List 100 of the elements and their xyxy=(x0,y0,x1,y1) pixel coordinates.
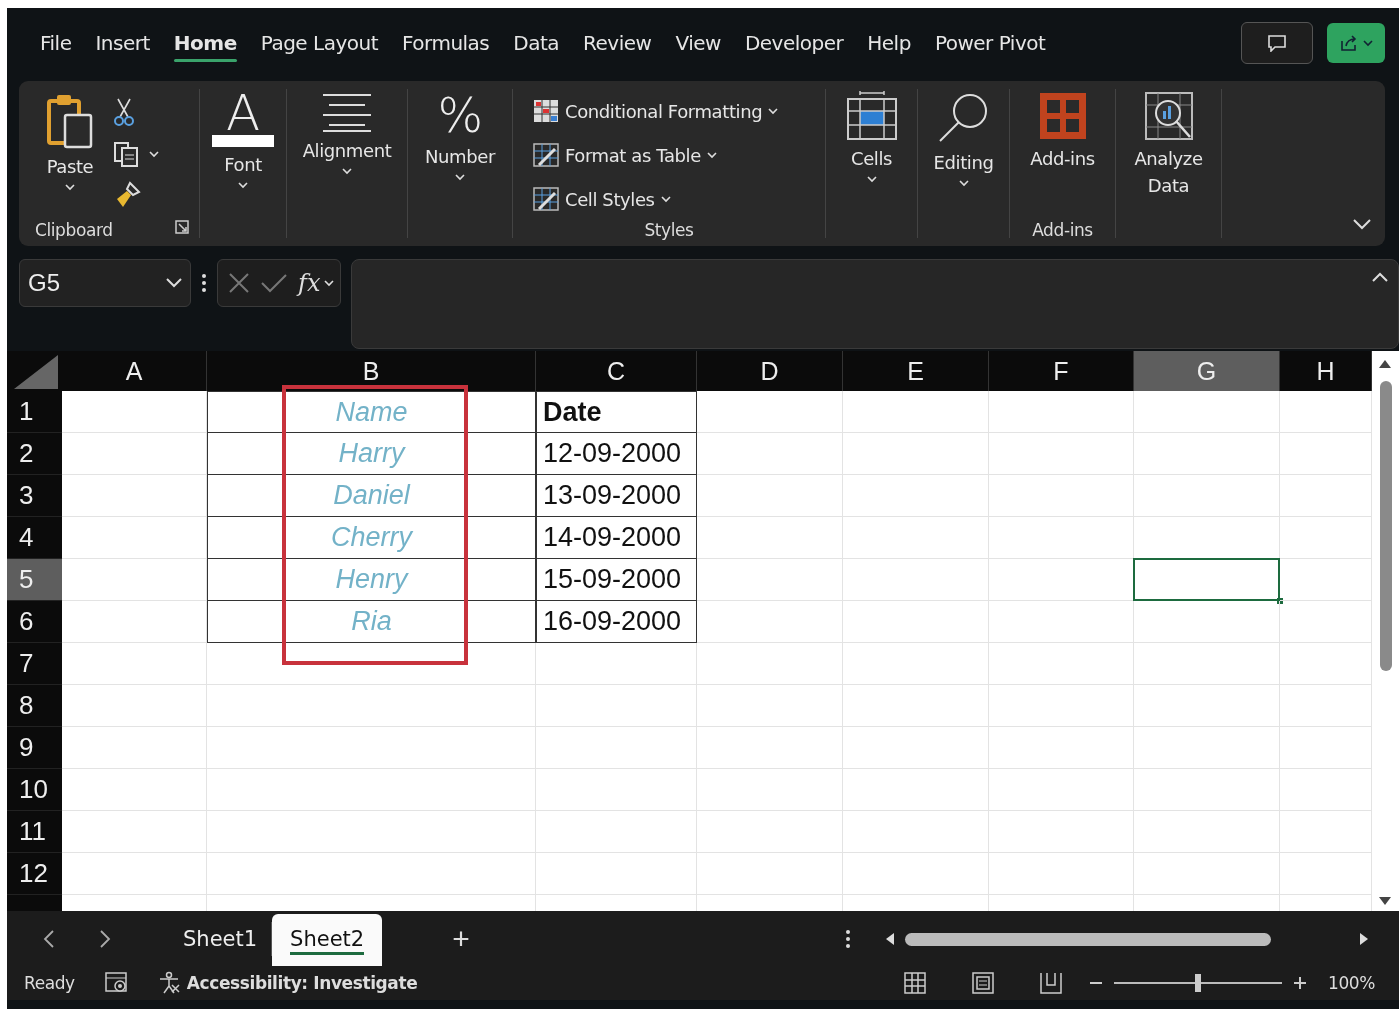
column-header[interactable]: F xyxy=(989,351,1134,391)
more-options-icon[interactable] xyxy=(845,929,851,949)
row-header[interactable]: 10 xyxy=(7,769,62,811)
chevron-down-icon xyxy=(866,176,877,183)
column-header[interactable]: B xyxy=(207,351,536,391)
number-button[interactable]: % Number xyxy=(421,89,499,183)
name-box[interactable]: G5 xyxy=(19,259,191,307)
row-header[interactable]: 1 xyxy=(7,391,62,433)
format-table-icon xyxy=(533,143,559,167)
insert-function-button[interactable]: fx xyxy=(298,269,335,297)
ribbon-tab[interactable]: Data xyxy=(502,27,571,59)
more-options-icon[interactable] xyxy=(201,273,207,293)
styles-menu-button[interactable]: Conditional Formatting xyxy=(533,89,815,133)
chevron-down-icon xyxy=(1363,39,1373,47)
comments-button[interactable] xyxy=(1241,22,1313,64)
select-all-icon[interactable] xyxy=(14,355,58,389)
table-cell: 12-09-2000 xyxy=(536,433,697,475)
formula-input[interactable] xyxy=(351,259,1399,349)
normal-view-icon[interactable] xyxy=(904,972,926,994)
analyze-button[interactable]: Analyze Data xyxy=(1124,89,1213,201)
copy-icon[interactable] xyxy=(113,141,139,167)
zoom-level[interactable]: 100% xyxy=(1328,973,1375,993)
ribbon-tab[interactable]: Developer xyxy=(733,27,855,59)
share-icon xyxy=(1339,33,1359,53)
table-cell: Cherry xyxy=(207,517,536,559)
zoom-slider-thumb[interactable] xyxy=(1195,974,1201,992)
row-header[interactable]: 11 xyxy=(7,811,62,853)
column-header[interactable]: G xyxy=(1134,351,1280,391)
addins-button[interactable]: Add-ins xyxy=(1026,89,1099,174)
ribbon-tab[interactable]: Formulas xyxy=(391,27,501,59)
table-cell[interactable] xyxy=(1134,559,1280,601)
analyze-chart-icon xyxy=(1143,91,1194,141)
chevron-down-icon xyxy=(768,107,779,115)
row-header[interactable]: 3 xyxy=(7,475,62,517)
column-header[interactable]: E xyxy=(843,351,989,391)
font-button[interactable]: A Font xyxy=(208,89,278,191)
ribbon-tab[interactable]: Insert xyxy=(84,27,161,59)
collapse-ribbon-icon[interactable] xyxy=(1353,219,1371,230)
page-break-icon[interactable] xyxy=(1040,972,1062,994)
ribbon-tab[interactable]: Review xyxy=(572,27,663,59)
ribbon-tab[interactable]: View xyxy=(664,27,732,59)
chevron-down-icon xyxy=(706,151,717,159)
row-header[interactable]: 7 xyxy=(7,643,62,685)
next-sheet-icon[interactable] xyxy=(99,928,111,949)
column-header[interactable]: H xyxy=(1280,351,1372,391)
zoom-in-icon[interactable] xyxy=(1294,977,1306,989)
column-header[interactable]: D xyxy=(697,351,843,391)
share-button[interactable] xyxy=(1327,23,1385,63)
row-header[interactable]: 8 xyxy=(7,685,62,727)
table-cells-icon xyxy=(845,91,898,141)
table-cell: Daniel xyxy=(207,475,536,517)
row-header[interactable]: 6 xyxy=(7,601,62,643)
sheet-tab[interactable]: Sheet2 xyxy=(272,914,383,966)
scroll-right-icon[interactable] xyxy=(1359,932,1369,946)
ribbon-tab[interactable]: Help xyxy=(856,27,922,59)
macro-recording-icon[interactable] xyxy=(104,972,129,994)
vertical-scrollbar-thumb[interactable] xyxy=(1380,381,1392,671)
chevron-down-icon xyxy=(166,278,182,288)
column-header[interactable]: A xyxy=(62,351,207,391)
column-header[interactable]: C xyxy=(536,351,697,391)
accessibility-button[interactable]: Accessibility: Investigate xyxy=(156,971,418,995)
table-cell: Date xyxy=(536,391,697,433)
scissors-icon[interactable] xyxy=(113,97,135,127)
check-icon[interactable] xyxy=(260,272,288,294)
chevron-down-icon xyxy=(455,174,465,181)
alignment-button[interactable]: Alignment xyxy=(298,89,396,177)
chevron-down-icon xyxy=(660,195,671,203)
previous-sheet-icon[interactable] xyxy=(43,928,55,949)
conditional-formatting-icon xyxy=(533,99,559,123)
cell-styles-icon xyxy=(533,187,559,211)
styles-menu-button[interactable]: Cell Styles xyxy=(533,177,815,221)
horizontal-scrollbar-thumb[interactable] xyxy=(905,932,1271,946)
table-cell: 13-09-2000 xyxy=(536,475,697,517)
dialog-launcher-icon[interactable] xyxy=(175,220,189,234)
add-sheet-button[interactable]: + xyxy=(442,921,480,956)
table-cell: 14-09-2000 xyxy=(536,517,697,559)
chevron-down-icon xyxy=(958,180,969,187)
row-header[interactable]: 2 xyxy=(7,433,62,475)
scroll-left-icon[interactable] xyxy=(885,932,895,946)
row-header[interactable]: 12 xyxy=(7,853,62,895)
table-cell: 16-09-2000 xyxy=(536,601,697,643)
editing-button[interactable]: Editing xyxy=(929,89,998,189)
collapse-icon[interactable] xyxy=(1372,272,1388,282)
group-title: Add-ins xyxy=(1031,220,1094,240)
paste-button[interactable]: Paste xyxy=(41,89,99,209)
ribbon-tab[interactable]: Page Layout xyxy=(249,27,389,59)
ribbon-tab[interactable]: Power Pivot xyxy=(923,27,1057,59)
scroll-down-icon[interactable] xyxy=(1378,896,1392,906)
chevron-down-icon xyxy=(149,150,159,158)
table-cell: Harry xyxy=(207,433,536,475)
ribbon-tab[interactable]: File xyxy=(29,27,83,59)
row-header[interactable]: 5 xyxy=(7,559,62,601)
cancel-icon[interactable] xyxy=(228,272,250,294)
scroll-up-icon[interactable] xyxy=(1378,359,1392,369)
ribbon-tab[interactable]: Home xyxy=(162,27,248,59)
styles-menu-button[interactable]: Format as Table xyxy=(533,133,815,177)
row-header[interactable]: 4 xyxy=(7,517,62,559)
page-layout-icon[interactable] xyxy=(972,972,994,994)
row-header[interactable]: 9 xyxy=(7,727,62,769)
cells-button[interactable]: Cells xyxy=(841,89,902,185)
